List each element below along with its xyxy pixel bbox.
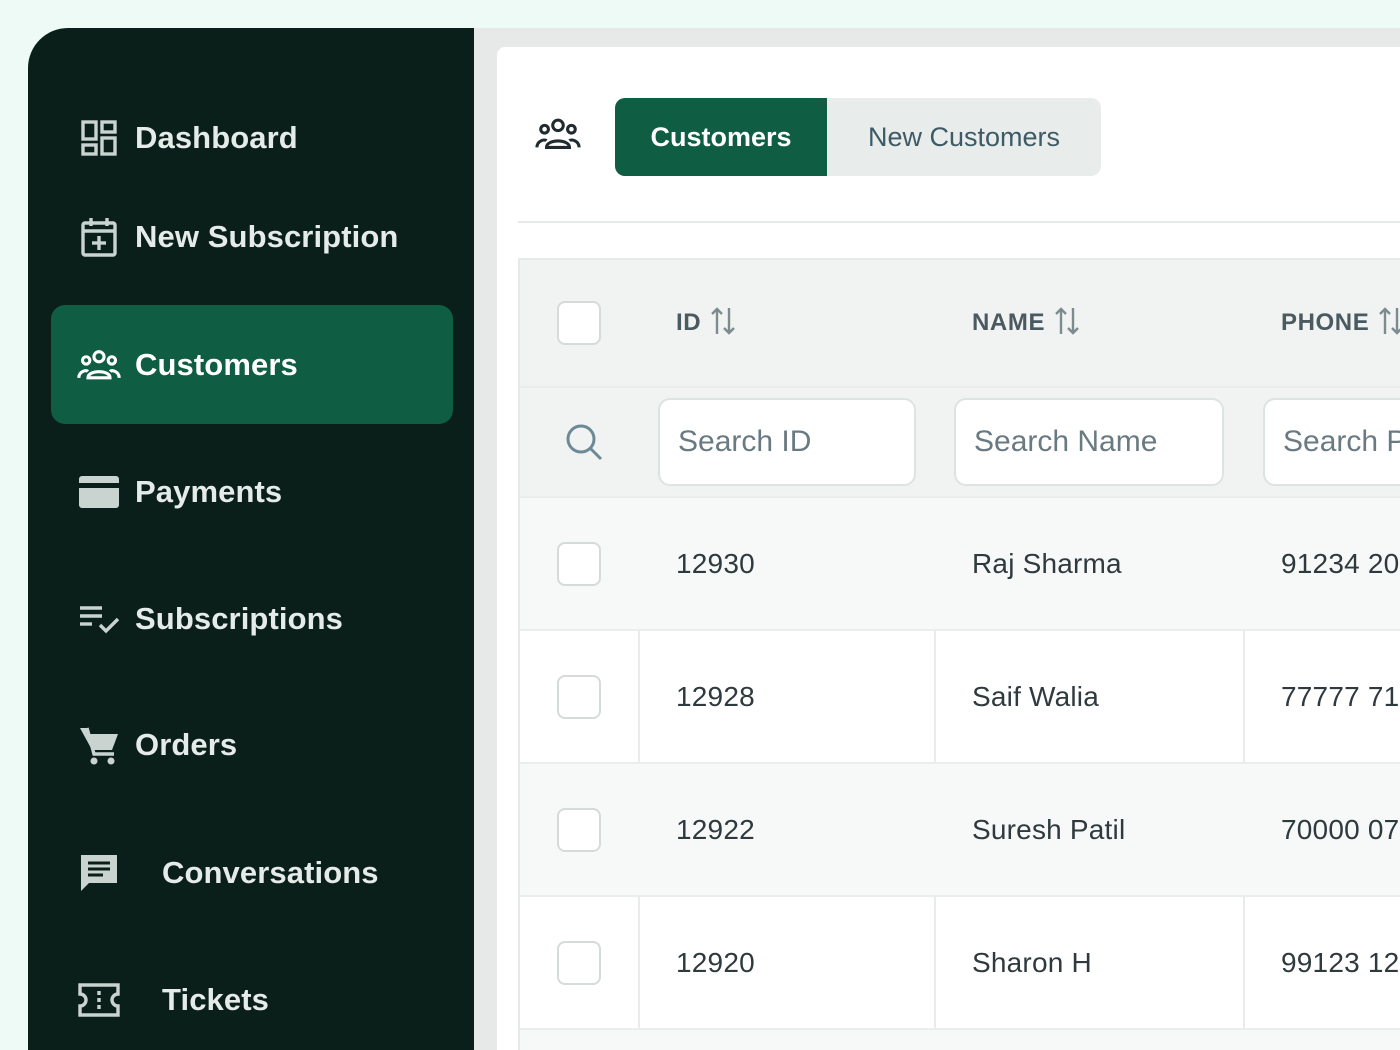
tab-new-customers[interactable]: New Customers (827, 98, 1101, 176)
customer-id: 12922 (676, 813, 755, 845)
cell-phone: 99123 12 (1245, 897, 1400, 1028)
header-divider (518, 221, 1400, 223)
cell-name: Saif Walia (936, 631, 1244, 762)
customer-name: Sharon H (972, 946, 1092, 978)
sidebar-item-label: Orders (135, 726, 238, 762)
checklist-icon (77, 597, 121, 641)
customer-name: Suresh Patil (972, 813, 1126, 845)
cell-id: 12928 (640, 631, 935, 762)
customer-phone: 70000 07 (1281, 813, 1400, 845)
credit-card-icon (77, 470, 121, 514)
cell-id: 12920 (640, 897, 935, 1028)
column-header-label: ID (676, 309, 702, 336)
sidebar-item-label: Payments (135, 473, 283, 509)
cell-name: Raj Sharma (936, 498, 1244, 629)
users-icon (535, 117, 581, 155)
search-icon (564, 422, 604, 467)
customer-tabs: Customers New Customers (615, 98, 1101, 176)
row-checkbox-cell (520, 498, 638, 629)
sidebar-item-label: New Subscription (135, 218, 399, 254)
chat-icon (77, 851, 121, 895)
customers-table: ID NAME PHONE Search ID Search Name Sear… (518, 258, 1400, 1050)
sort-icon[interactable] (1377, 306, 1400, 341)
column-header-phone[interactable]: PHONE (1245, 260, 1400, 386)
row-checkbox[interactable] (557, 807, 601, 852)
dashboard-icon (77, 116, 121, 160)
row-checkbox[interactable] (557, 674, 601, 719)
select-all-checkbox[interactable] (557, 301, 601, 345)
row-checkbox-cell (520, 764, 638, 895)
cell-phone: 91234 20 (1245, 498, 1400, 629)
cell-name: Sharon H (936, 897, 1244, 1028)
sidebar-item-label: Subscriptions (135, 600, 343, 636)
table-row (520, 1030, 1400, 1050)
search-phone-input[interactable] (1263, 398, 1400, 486)
sidebar: Dashboard New Subscription Customers Pay… (28, 28, 474, 1050)
table-row[interactable]: 12928 Saif Walia 77777 71 (520, 631, 1400, 764)
calendar-plus-icon (77, 215, 121, 259)
sidebar-item-label: Customers (135, 346, 298, 382)
table-row[interactable]: 12930 Raj Sharma 91234 20 (520, 498, 1400, 631)
cell-phone: 70000 07 (1245, 764, 1400, 895)
customer-id: 12928 (676, 680, 755, 712)
column-header-label: PHONE (1281, 309, 1370, 336)
cart-icon (77, 723, 121, 767)
sidebar-item-label: Dashboard (135, 119, 298, 155)
customer-name: Saif Walia (972, 680, 1100, 712)
sidebar-item-payments[interactable]: Payments (51, 432, 453, 551)
tab-customers[interactable]: Customers (615, 98, 827, 176)
sidebar-item-customers[interactable]: Customers (51, 305, 453, 424)
customer-phone: 91234 20 (1281, 547, 1400, 579)
sort-icon[interactable] (1053, 306, 1081, 341)
table-row[interactable]: 12922 Suresh Patil 70000 07 (520, 764, 1400, 897)
sidebar-item-subscriptions[interactable]: Subscriptions (51, 559, 453, 678)
row-checkbox[interactable] (557, 940, 601, 985)
sidebar-item-label: Conversations (162, 854, 379, 890)
customer-phone: 99123 12 (1281, 946, 1400, 978)
sidebar-item-new-subscription[interactable]: New Subscription (51, 177, 453, 296)
header-checkbox-cell (520, 260, 638, 386)
ticket-icon (77, 978, 121, 1022)
table-header-row: ID NAME PHONE (520, 260, 1400, 388)
column-header-name[interactable]: NAME (936, 260, 1244, 386)
row-checkbox-cell (520, 631, 638, 762)
search-id-input[interactable] (658, 398, 916, 486)
customer-phone: 77777 71 (1281, 680, 1400, 712)
search-name-input[interactable] (954, 398, 1224, 486)
cell-id: 12922 (640, 764, 935, 895)
sort-icon[interactable] (709, 306, 737, 341)
customer-name: Raj Sharma (972, 547, 1122, 579)
users-icon (77, 343, 121, 387)
cell-phone: 77777 71 (1245, 631, 1400, 762)
cell-id: 12930 (640, 498, 935, 629)
sidebar-item-orders[interactable]: Orders (51, 685, 453, 804)
customer-id: 12920 (676, 946, 755, 978)
row-checkbox-cell (520, 897, 638, 1028)
customer-id: 12930 (676, 547, 755, 579)
sidebar-item-tickets[interactable]: Tickets (51, 940, 453, 1050)
sidebar-item-label: Tickets (162, 981, 269, 1017)
column-header-label: NAME (972, 309, 1046, 336)
table-row[interactable]: 12920 Sharon H 99123 12 (520, 897, 1400, 1030)
cell-name: Suresh Patil (936, 764, 1244, 895)
sidebar-item-conversations[interactable]: Conversations (51, 813, 453, 932)
table-filter-row (520, 388, 1400, 498)
row-checkbox[interactable] (557, 541, 601, 586)
column-header-id[interactable]: ID (640, 260, 935, 386)
